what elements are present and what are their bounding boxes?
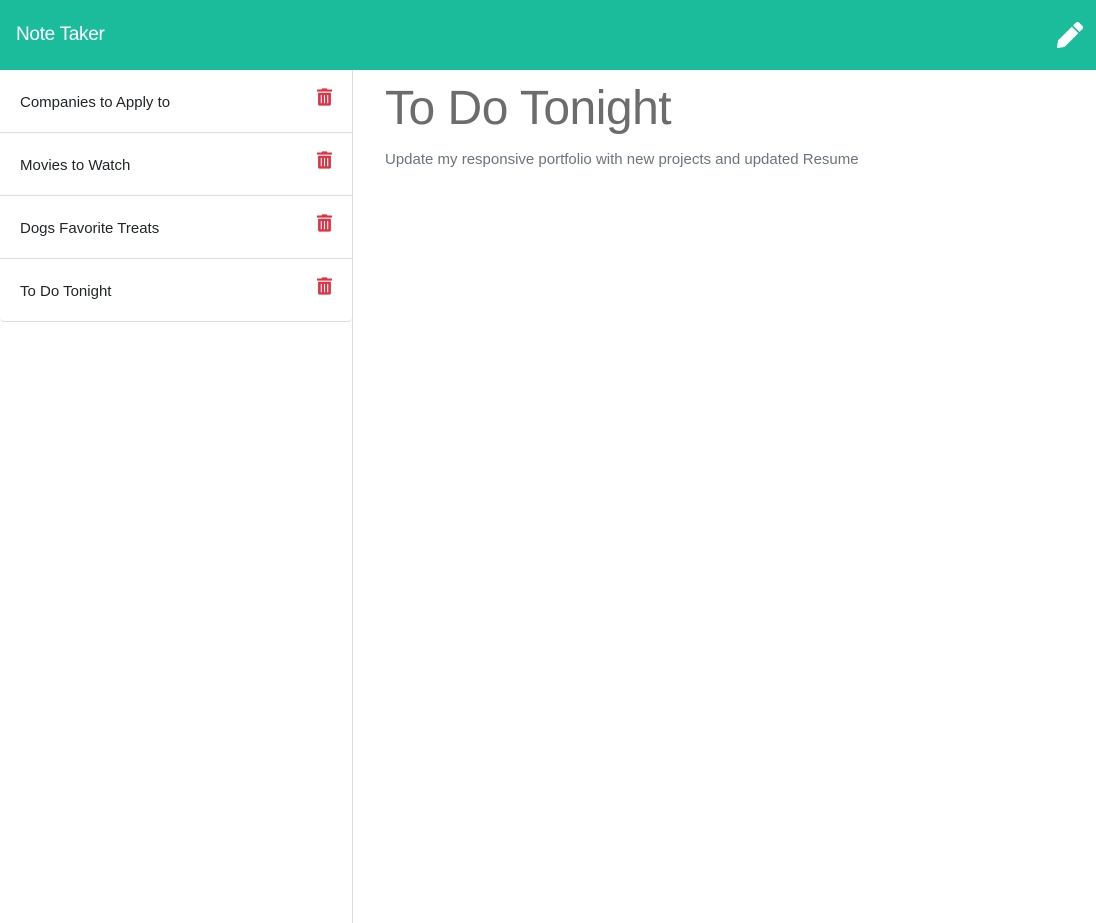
note-item-dogs-treats[interactable]: Dogs Favorite Treats — [0, 195, 352, 258]
note-item-movies[interactable]: Movies to Watch — [0, 132, 352, 195]
trash-icon — [316, 214, 332, 232]
note-item-companies[interactable]: Companies to Apply to — [0, 70, 352, 132]
new-note-button[interactable] — [1054, 19, 1086, 51]
note-item-to-do-tonight[interactable]: To Do Tonight — [0, 258, 352, 321]
trash-icon — [316, 151, 332, 169]
delete-note-button[interactable] — [315, 277, 333, 297]
notes-sidebar: Companies to Apply to Movies to Watch Do… — [0, 70, 353, 923]
pencil-icon — [1057, 22, 1083, 48]
note-editor: To Do Tonight Update my responsive portf… — [353, 70, 1096, 923]
note-title-display[interactable]: To Do Tonight — [385, 80, 1064, 138]
note-title: To Do Tonight — [20, 282, 112, 300]
delete-note-button[interactable] — [315, 214, 333, 234]
navbar: Note Taker — [0, 0, 1096, 70]
note-text-display[interactable]: Update my responsive portfolio with new … — [385, 151, 1064, 168]
note-title: Dogs Favorite Treats — [20, 219, 160, 237]
note-list: Companies to Apply to Movies to Watch Do… — [0, 70, 352, 322]
delete-note-button[interactable] — [315, 151, 333, 171]
trash-icon — [316, 88, 332, 106]
delete-note-button[interactable] — [315, 88, 333, 108]
app-title[interactable]: Note Taker — [16, 24, 105, 46]
trash-icon — [316, 277, 332, 295]
note-title: Movies to Watch — [20, 156, 131, 174]
note-title: Companies to Apply to — [20, 93, 171, 111]
